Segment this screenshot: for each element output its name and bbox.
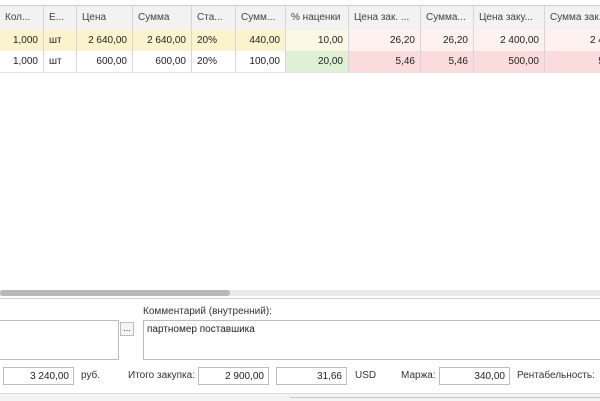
col-header-price[interactable]: Цена [77, 6, 133, 30]
col-header-markup[interactable]: % наценки [286, 6, 349, 30]
cell-unit: шт [44, 30, 77, 51]
horizontal-scrollbar-thumb[interactable] [0, 290, 230, 296]
panel-divider [0, 298, 600, 299]
cell-cost-sum: 26,20 [421, 30, 474, 51]
internal-comment-label: Комментарий (внутренний): [143, 306, 272, 317]
usd-total-field[interactable]: 31,66 [276, 367, 347, 385]
cell-purchase-price: 2 400,00 [474, 30, 545, 51]
col-header-purchase-price[interactable]: Цена заку... [474, 6, 545, 30]
cell-markup: 10,00 [286, 30, 349, 51]
items-table: Кол... Е... Цена Сумма Ста... Сумм... % … [0, 0, 600, 298]
cell-qty: 1,000 [0, 51, 44, 72]
cell-price: 600,00 [77, 51, 133, 72]
col-header-unit[interactable]: Е... [44, 6, 77, 30]
cell-price: 2 640,00 [77, 30, 133, 51]
cell-unit: шт [44, 51, 77, 72]
col-header-cost-sum[interactable]: Сумма... [421, 6, 474, 30]
cell-purchase-price: 500,00 [474, 51, 545, 72]
col-header-qty[interactable]: Кол... [0, 6, 44, 30]
col-header-sum[interactable]: Сумма [133, 6, 192, 30]
cell-purchase-sum: 500 [545, 51, 600, 72]
col-header-cost-price[interactable]: Цена зак. ... [349, 6, 421, 30]
purchase-total-label: Итого закупка: [128, 370, 195, 381]
cell-cost-sum: 5,46 [421, 51, 474, 72]
cell-purchase-sum: 2 400 [545, 30, 600, 51]
internal-comment-field[interactable]: партномер поставшика [143, 320, 600, 360]
total-sum-field[interactable]: 3 240,00 [3, 367, 74, 385]
col-header-vat-sum[interactable]: Сумм... [236, 6, 286, 30]
purchase-total-field[interactable]: 2 900,00 [198, 367, 269, 385]
left-comment-field[interactable] [0, 320, 119, 360]
profitability-label: Рентабельность: [517, 370, 595, 381]
cell-cost-price: 26,20 [349, 30, 421, 51]
cell-vat-rate: 20% [192, 30, 236, 51]
cell-vat-sum: 100,00 [236, 51, 286, 72]
cell-sum: 2 640,00 [133, 30, 192, 51]
cell-vat-rate: 20% [192, 51, 236, 72]
bottom-separator [290, 397, 600, 398]
table-row[interactable]: 1,000 шт 600,00 600,00 20% 100,00 20,00 … [0, 51, 600, 73]
margin-field[interactable]: 340,00 [439, 367, 510, 385]
open-editor-button[interactable]: ... [120, 322, 134, 336]
cell-sum: 600,00 [133, 51, 192, 72]
cell-qty: 1,000 [0, 30, 44, 51]
margin-label: Маржа: [401, 370, 436, 381]
cell-cost-price: 5,46 [349, 51, 421, 72]
table-row[interactable]: 1,000 шт 2 640,00 2 640,00 20% 440,00 10… [0, 30, 600, 52]
col-header-purchase-sum[interactable]: Сумма зак... [545, 6, 600, 30]
cell-vat-sum: 440,00 [236, 30, 286, 51]
table-header: Кол... Е... Цена Сумма Ста... Сумм... % … [0, 5, 600, 31]
currency-usd-label: USD [355, 370, 377, 381]
cell-markup: 20,00 [286, 51, 349, 72]
currency-rub-label: руб. [81, 370, 101, 381]
col-header-vat-rate[interactable]: Ста... [192, 6, 236, 30]
